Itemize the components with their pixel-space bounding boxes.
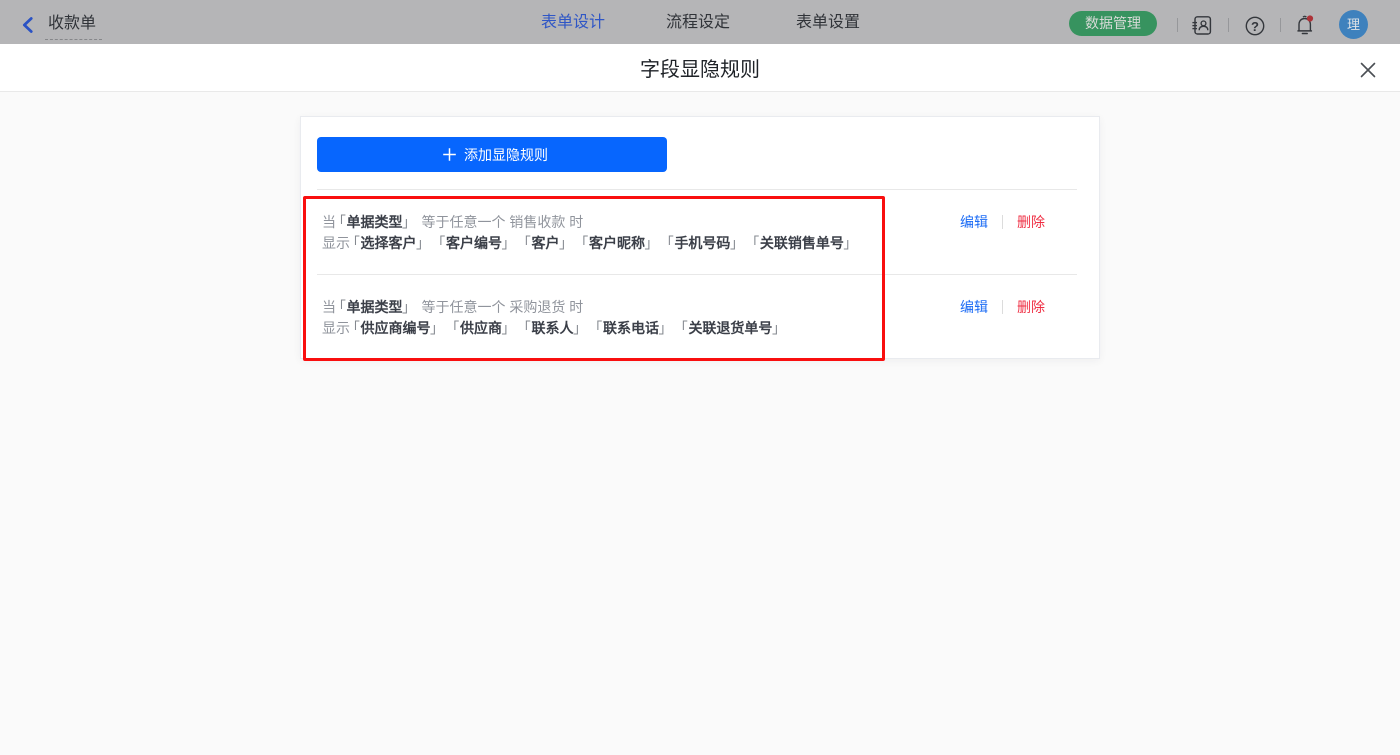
svg-text:?: ? [1251, 19, 1259, 34]
